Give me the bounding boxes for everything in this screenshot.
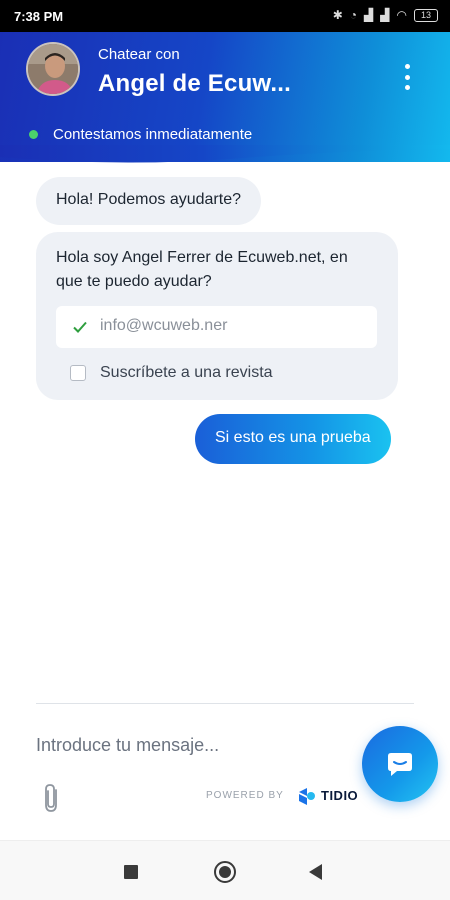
composer-divider xyxy=(36,703,414,704)
bluetooth-icon: ✱ xyxy=(332,8,343,22)
paperclip-icon[interactable] xyxy=(40,782,64,814)
signal-icon-2: ▟ xyxy=(380,8,390,22)
email-field[interactable]: info@wcuweb.ner xyxy=(56,306,377,348)
navigation-bar xyxy=(0,840,450,900)
subscribe-label: Suscríbete a una revista xyxy=(100,364,273,381)
status-icons: ✱ ◔ ▟ ▟ ◠ 13 xyxy=(333,8,438,22)
header-pre-title: Chatear con xyxy=(98,46,180,63)
message-text: Hola! Podemos ayudarte? xyxy=(56,191,241,208)
status-bar: 7:38 PM ✱ ◔ ▟ ▟ ◠ 13 xyxy=(0,0,450,32)
response-status: Contestamos inmediatamente xyxy=(53,126,253,143)
operator-message-form: Hola soy Angel Ferrer de Ecuweb.net, en … xyxy=(36,232,398,400)
recents-button[interactable] xyxy=(124,865,138,879)
powered-by-label: POWERED BY xyxy=(206,790,284,801)
check-icon xyxy=(73,321,87,333)
wifi-icon: ◠ xyxy=(396,8,407,22)
alarm-icon: ◔ xyxy=(349,8,358,22)
battery-icon: 13 xyxy=(414,8,438,22)
visitor-message: Si esto es una prueba xyxy=(195,414,391,464)
tidio-brand[interactable]: TIDIO xyxy=(321,788,358,803)
more-vertical-icon[interactable] xyxy=(402,64,412,90)
chat-toggle-button[interactable] xyxy=(362,726,438,802)
message-text: Si esto es una prueba xyxy=(215,429,371,446)
status-time: 7:38 PM xyxy=(14,9,64,24)
online-indicator xyxy=(29,130,38,139)
message-input[interactable] xyxy=(36,731,336,759)
home-button[interactable] xyxy=(214,861,236,883)
operator-message: Hola! Podemos ayudarte? xyxy=(36,177,261,225)
message-text: Hola soy Angel Ferrer de Ecuweb.net, en … xyxy=(56,249,348,290)
subscribe-checkbox[interactable]: Suscríbete a una revista xyxy=(70,364,273,382)
chat-bubble-icon xyxy=(388,753,412,776)
chat-header: Chatear con Angel de Ecuw... Contestamos… xyxy=(0,32,450,162)
checkbox-box[interactable] xyxy=(70,365,86,381)
operator-name: Angel de Ecuw... xyxy=(98,70,292,97)
tidio-logo-icon[interactable] xyxy=(296,786,316,806)
header-wave xyxy=(0,145,450,163)
chat-screen: 7:38 PM ✱ ◔ ▟ ▟ ◠ 13 Chatear con Angel d… xyxy=(0,0,450,900)
back-button[interactable] xyxy=(309,864,322,880)
email-value: info@wcuweb.ner xyxy=(100,317,228,334)
signal-icon: ▟ xyxy=(364,8,374,22)
operator-avatar xyxy=(26,42,80,96)
